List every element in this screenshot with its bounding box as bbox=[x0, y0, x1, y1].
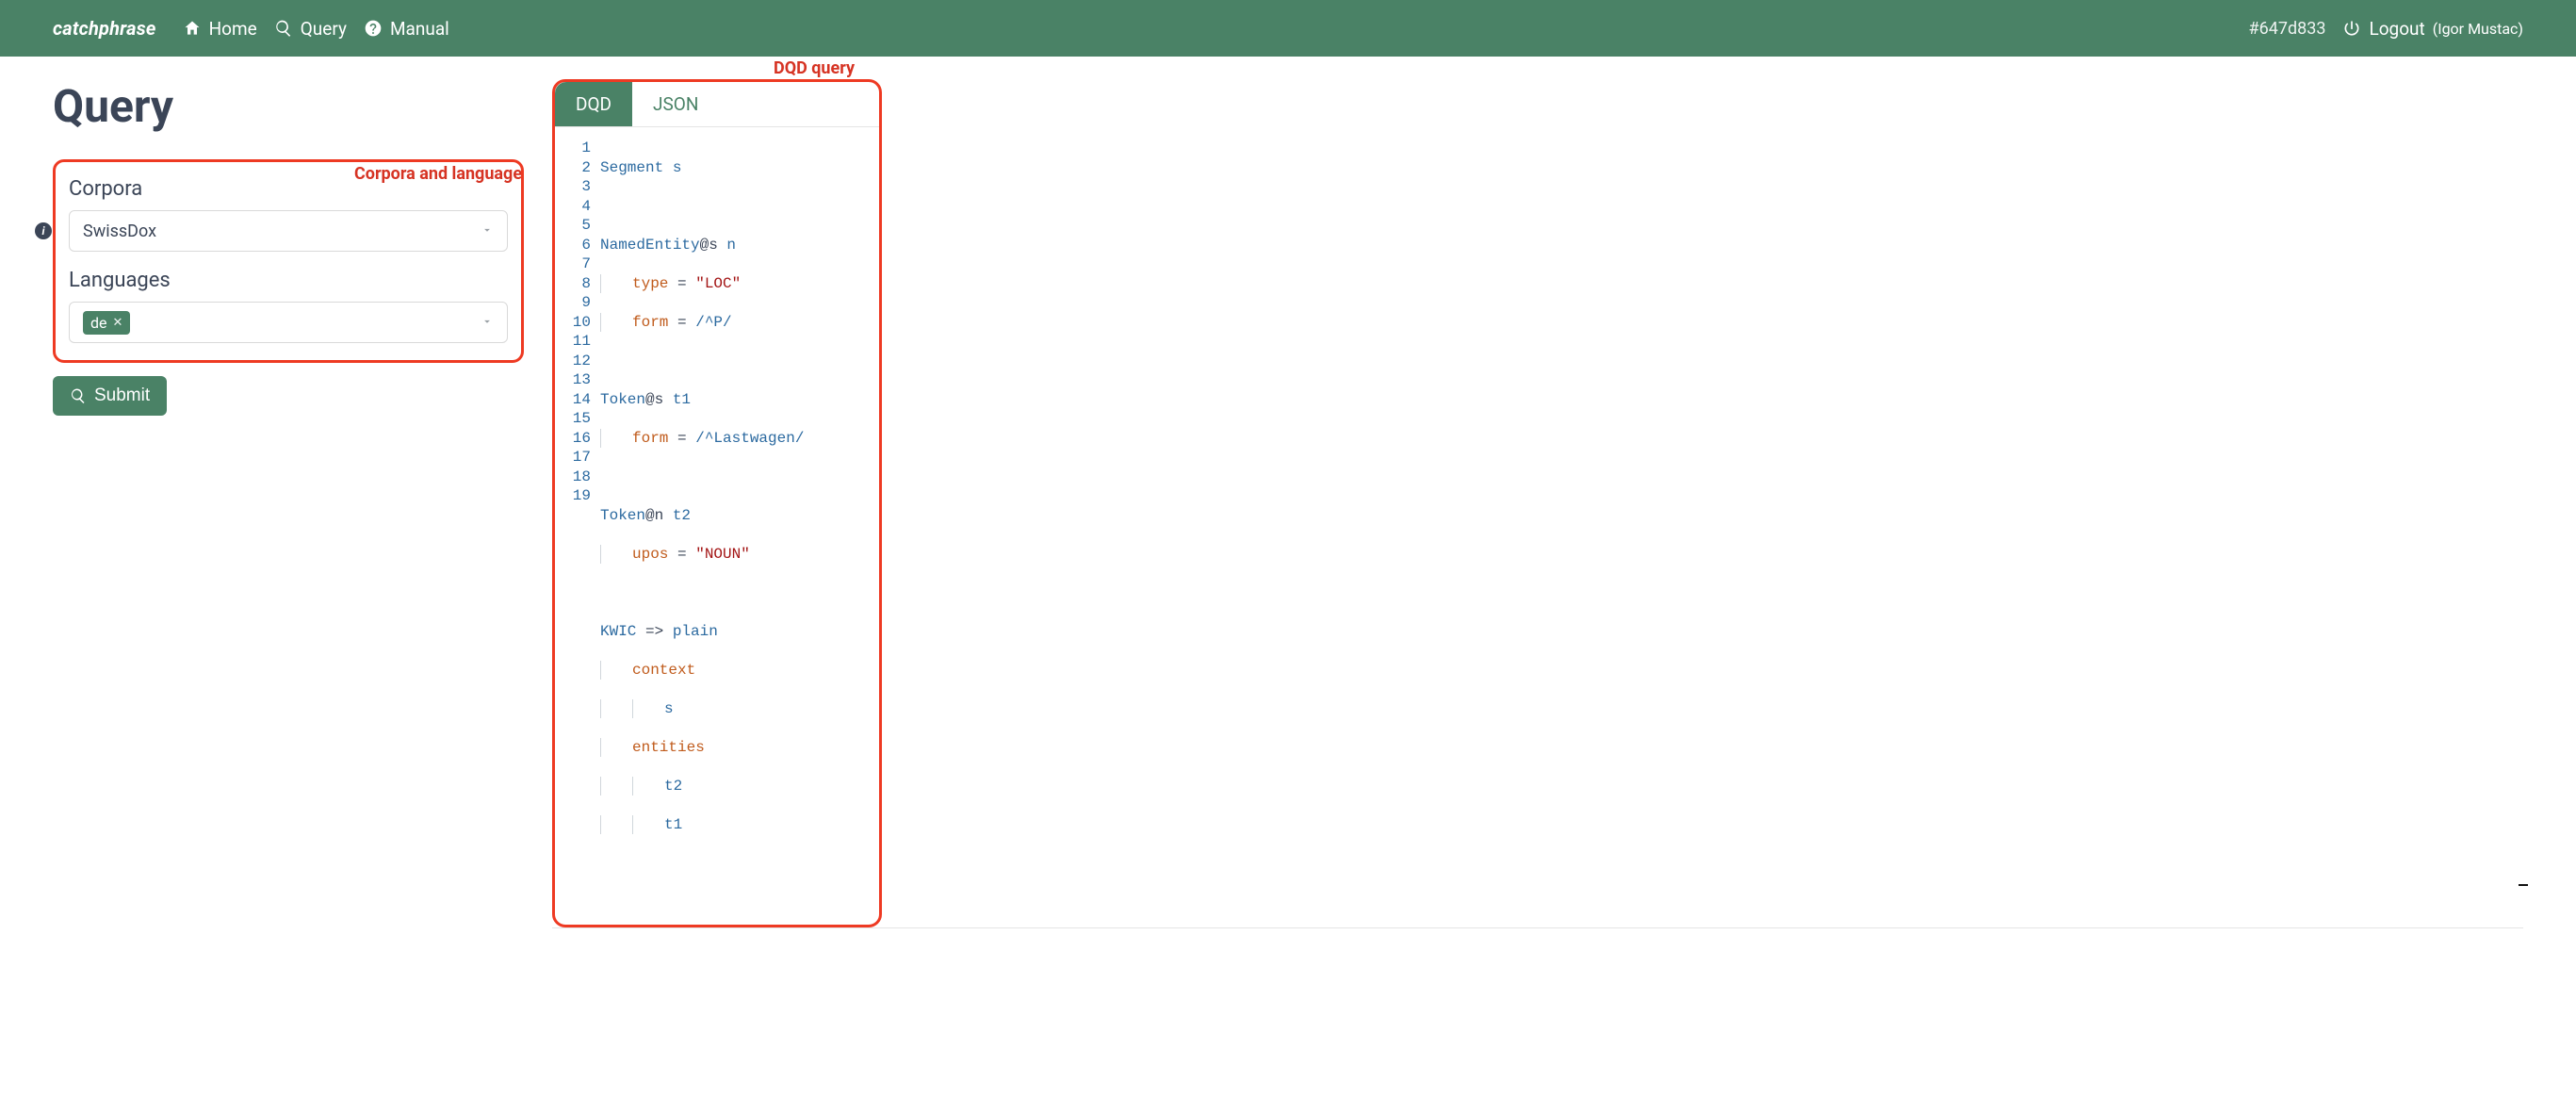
tab-dqd[interactable]: DQD bbox=[555, 82, 632, 126]
info-icon[interactable]: i bbox=[35, 222, 52, 239]
logout-user: (Igor Mustac) bbox=[2433, 20, 2523, 38]
help-icon bbox=[364, 19, 383, 38]
corpora-label: Corpora bbox=[69, 177, 508, 201]
language-chip-label: de bbox=[90, 314, 107, 332]
right-column: DQD query DQD JSON 123456789101112131415… bbox=[552, 79, 2523, 928]
build-hash: #647d833 bbox=[2249, 19, 2326, 39]
code-editor[interactable]: 12345678910111213141516171819 Segment s … bbox=[555, 127, 879, 911]
chip-remove-icon[interactable]: ✕ bbox=[113, 316, 123, 330]
home-icon bbox=[183, 19, 202, 38]
navbar: catchphrase Home Query Manual #647d833 L… bbox=[0, 0, 2576, 57]
search-icon bbox=[274, 19, 293, 38]
corpora-language-box: i Corpora SwissDox Languages de ✕ bbox=[53, 159, 524, 363]
logout-link[interactable]: Logout (Igor Mustac) bbox=[2342, 18, 2523, 40]
chevron-down-icon bbox=[481, 313, 494, 333]
nav-query[interactable]: Query bbox=[274, 18, 347, 40]
nav-manual-label: Manual bbox=[390, 18, 449, 40]
page-title: Query bbox=[53, 79, 524, 133]
dqd-editor-box: DQD JSON 12345678910111213141516171819 S… bbox=[552, 79, 882, 927]
nav-home[interactable]: Home bbox=[183, 18, 257, 40]
languages-select[interactable]: de ✕ bbox=[69, 302, 508, 343]
annotation-dqd: DQD query bbox=[774, 58, 855, 78]
chevron-down-icon bbox=[481, 221, 494, 241]
nav-manual[interactable]: Manual bbox=[364, 18, 449, 40]
line-gutter: 12345678910111213141516171819 bbox=[555, 139, 600, 911]
code-content: Segment s NamedEntity@s n type = "LOC" f… bbox=[600, 139, 804, 911]
scroll-indicator bbox=[2519, 884, 2528, 886]
corpora-selected-value: SwissDox bbox=[83, 221, 156, 241]
nav-query-label: Query bbox=[301, 18, 347, 40]
language-chip-de[interactable]: de ✕ bbox=[83, 311, 130, 335]
submit-label: Submit bbox=[94, 385, 150, 406]
tab-json[interactable]: JSON bbox=[632, 82, 719, 126]
editor-tabs: DQD JSON bbox=[555, 82, 879, 127]
nav-home-label: Home bbox=[209, 18, 257, 40]
left-column: Query Corpora and language i Corpora Swi… bbox=[53, 79, 524, 416]
languages-label: Languages bbox=[69, 269, 508, 292]
corpora-select[interactable]: SwissDox bbox=[69, 210, 508, 252]
brand-logo[interactable]: catchphrase bbox=[53, 17, 156, 40]
submit-search-icon bbox=[70, 387, 87, 404]
submit-button[interactable]: Submit bbox=[53, 376, 167, 416]
power-icon bbox=[2342, 19, 2361, 38]
nav-items: Home Query Manual bbox=[183, 18, 449, 40]
logout-label: Logout bbox=[2369, 18, 2424, 40]
